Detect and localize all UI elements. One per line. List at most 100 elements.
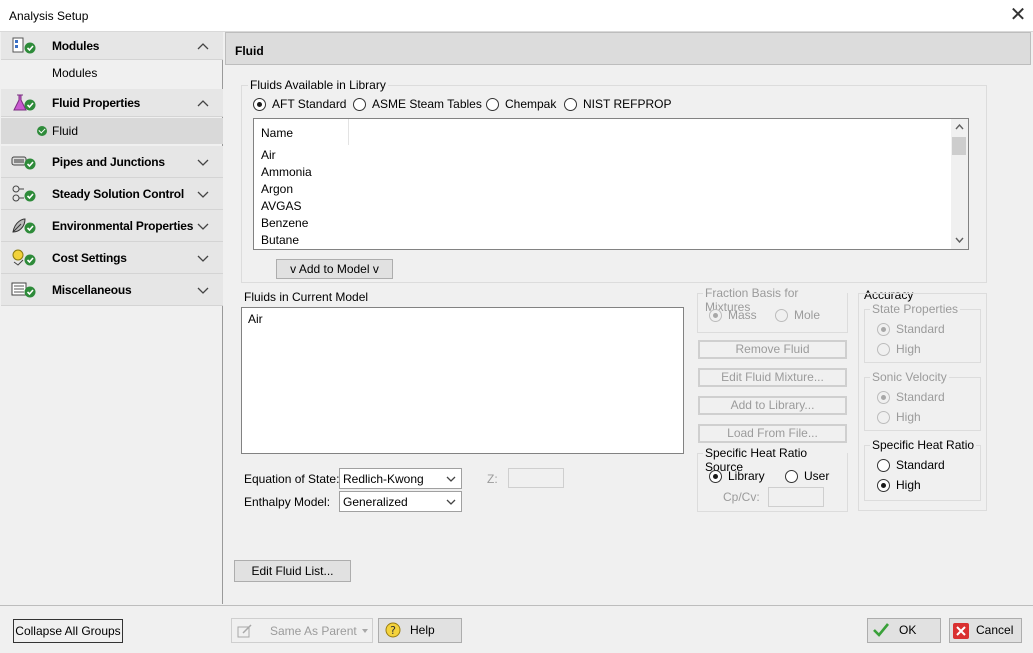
radio-heat-standard[interactable]: Standard <box>877 458 945 472</box>
radio-nist-refprop[interactable]: NIST REFPROP <box>564 97 671 111</box>
radio-label: Library <box>728 469 765 483</box>
scroll-up-icon[interactable] <box>955 124 964 130</box>
current-model-list[interactable]: Air <box>241 307 684 454</box>
radio-state-standard[interactable]: Standard <box>877 322 945 336</box>
radio-label: Standard <box>896 390 945 404</box>
chevron-down-icon <box>446 476 456 482</box>
radio-circle <box>877 478 890 492</box>
radio-sonic-standard[interactable]: Standard <box>877 390 945 404</box>
library-rows: Air Ammonia Argon AVGAS Benzene Butane <box>261 147 312 249</box>
list-item[interactable]: Air <box>261 147 312 164</box>
sidebar-group-environmental-properties[interactable]: Environmental Properties <box>1 210 223 242</box>
bottom-bar: Collapse All Groups Same As Parent ? Hel… <box>0 605 1033 653</box>
collapse-all-groups-button[interactable]: Collapse All Groups <box>13 619 123 643</box>
edit-fluid-mixture-button[interactable]: Edit Fluid Mixture... <box>698 368 847 387</box>
remove-fluid-button[interactable]: Remove Fluid <box>698 340 847 359</box>
chevron-up-icon[interactable] <box>197 98 209 108</box>
list-item[interactable]: Air <box>248 312 263 326</box>
radio-circle <box>253 97 266 111</box>
radio-label: Standard <box>896 458 945 472</box>
sidebar-group-label: Modules <box>52 39 100 53</box>
close-icon[interactable]: ✕ <box>1006 4 1030 28</box>
add-to-library-button[interactable]: Add to Library... <box>698 396 847 415</box>
radio-heat-high[interactable]: High <box>877 478 921 492</box>
sidebar-group-label: Miscellaneous <box>52 283 132 297</box>
library-fluid-list[interactable]: Name Air Ammonia Argon AVGAS Benzene But… <box>253 118 969 250</box>
load-from-file-button[interactable]: Load From File... <box>698 424 847 443</box>
ok-button[interactable]: OK <box>867 618 941 643</box>
library-legend: Fluids Available in Library <box>248 78 388 92</box>
selected-value: Redlich-Kwong <box>343 472 424 486</box>
check-circle-icon <box>37 126 47 136</box>
enthalpy-model-select[interactable]: Generalized <box>339 491 462 512</box>
scroll-thumb[interactable] <box>952 137 966 155</box>
chevron-down-icon[interactable] <box>197 189 209 199</box>
edit-fluid-list-button[interactable]: Edit Fluid List... <box>234 560 351 582</box>
sidebar-group-fluid-properties[interactable]: Fluid Properties <box>1 89 223 117</box>
radio-circle <box>775 308 788 322</box>
sidebar-group-miscellaneous[interactable]: Miscellaneous <box>1 274 223 306</box>
sidebar-group-steady-solution-control[interactable]: Steady Solution Control <box>1 178 223 210</box>
scroll-down-icon[interactable] <box>955 237 964 243</box>
scrollbar[interactable] <box>951 119 968 249</box>
list-item[interactable]: Butane <box>261 232 312 249</box>
sidebar-group-pipes-and-junctions[interactable]: Pipes and Junctions <box>1 146 223 178</box>
same-as-parent-select[interactable]: Same As Parent <box>231 618 373 643</box>
radio-circle <box>486 97 499 111</box>
radio-label: Standard <box>896 322 945 336</box>
radio-circle <box>353 97 366 111</box>
cp-cv-input[interactable] <box>768 487 824 507</box>
list-item[interactable]: Ammonia <box>261 164 312 181</box>
column-header-name[interactable]: Name <box>254 119 349 145</box>
radio-circle <box>877 322 890 336</box>
list-item[interactable]: Benzene <box>261 215 312 232</box>
radio-library[interactable]: Library <box>709 469 765 483</box>
sidebar-item-modules[interactable]: Modules <box>1 60 223 86</box>
radio-circle <box>709 469 722 483</box>
radio-user[interactable]: User <box>785 469 829 483</box>
chevron-up-icon[interactable] <box>197 41 209 51</box>
radio-label: High <box>896 410 921 424</box>
ok-label: OK <box>899 623 917 637</box>
column-header-label: Name <box>261 126 294 140</box>
chevron-down-icon[interactable] <box>197 253 209 263</box>
sidebar-group-cost-settings[interactable]: Cost Settings <box>1 242 223 274</box>
misc-icon <box>11 282 36 298</box>
radio-sonic-high[interactable]: High <box>877 410 921 424</box>
window-title: Analysis Setup <box>9 9 89 23</box>
radio-label: High <box>896 342 921 356</box>
selected-value: Generalized <box>343 495 408 509</box>
radio-chempak[interactable]: Chempak <box>486 97 556 111</box>
specific-heat-ratio-group: Specific Heat Ratio <box>864 438 981 501</box>
equation-of-state-select[interactable]: Redlich-Kwong <box>339 468 462 489</box>
radio-label: ASME Steam Tables <box>372 97 482 111</box>
equation-of-state-label: Equation of State: <box>244 472 340 486</box>
help-label: Help <box>410 623 435 637</box>
sidebar-item-label: Modules <box>52 66 98 80</box>
radio-asme-steam-tables[interactable]: ASME Steam Tables <box>353 97 482 111</box>
cancel-icon <box>953 623 969 639</box>
cancel-button[interactable]: Cancel <box>949 618 1022 643</box>
radio-state-high[interactable]: High <box>877 342 921 356</box>
radio-mass[interactable]: Mass <box>709 308 757 322</box>
sidebar-group-label: Steady Solution Control <box>52 187 185 201</box>
z-input[interactable] <box>508 468 564 488</box>
radio-mole[interactable]: Mole <box>775 308 820 322</box>
sidebar-group-modules[interactable]: Modules <box>1 32 223 60</box>
chevron-down-icon[interactable] <box>197 221 209 231</box>
list-item[interactable]: Argon <box>261 181 312 198</box>
help-button[interactable]: ? Help <box>378 618 462 643</box>
pipe-icon <box>11 156 36 170</box>
chevron-down-icon <box>362 629 368 633</box>
solution-control-icon <box>12 185 36 202</box>
environment-icon <box>12 218 36 234</box>
list-item[interactable]: AVGAS <box>261 198 312 215</box>
chevron-down-icon[interactable] <box>197 285 209 295</box>
chevron-down-icon[interactable] <box>197 157 209 167</box>
radio-label: AFT Standard <box>272 97 347 111</box>
sidebar: Modules Modules Fluid Properties Fluid P… <box>1 32 223 604</box>
sidebar-item-fluid[interactable]: Fluid <box>1 118 223 144</box>
add-to-model-button[interactable]: v Add to Model v <box>276 259 393 279</box>
help-icon: ? <box>385 622 401 638</box>
radio-aft-standard[interactable]: AFT Standard <box>253 97 346 111</box>
